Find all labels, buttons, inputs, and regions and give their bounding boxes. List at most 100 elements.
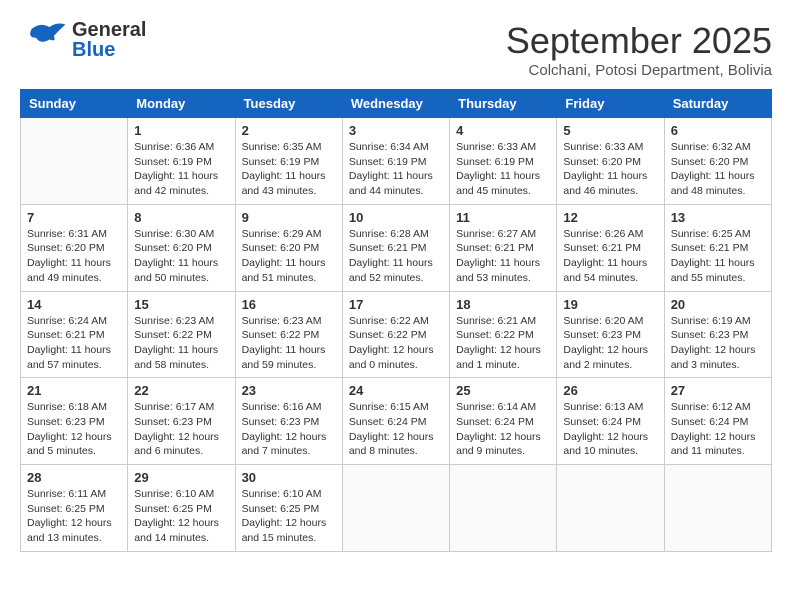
- day-number: 10: [349, 210, 443, 225]
- calendar-cell: 29Sunrise: 6:10 AMSunset: 6:25 PMDayligh…: [128, 465, 235, 552]
- week-row-5: 28 Sunrise: 6:11 AMSunset: 6:25 PMDayligh…: [21, 465, 772, 552]
- day-info: Sunrise: 6:15 AMSunset: 6:24 PMDaylight:…: [349, 400, 443, 459]
- day-number: 28: [27, 470, 121, 485]
- calendar-cell: 16Sunrise: 6:23 AMSunset: 6:22 PMDayligh…: [235, 291, 342, 378]
- day-info: Sunrise: 6:12 AMSunset: 6:24 PMDaylight:…: [671, 400, 765, 459]
- day-header-saturday: Saturday: [664, 90, 771, 118]
- day-info: Sunrise: 6:33 AMSunset: 6:20 PMDaylight:…: [563, 140, 657, 199]
- calendar-cell: 25 Sunrise: 6:14 AMSunset: 6:24 PMDayligh…: [450, 378, 557, 465]
- day-info: Sunrise: 6:18 AMSunset: 6:23 PMDaylight:…: [27, 400, 121, 459]
- day-info: Sunrise: 6:34 AMSunset: 6:19 PMDaylight:…: [349, 140, 443, 199]
- week-row-2: 7 Sunrise: 6:31 AMSunset: 6:20 PMDaylight…: [21, 204, 772, 291]
- logo-general: General: [72, 20, 146, 40]
- calendar-cell: 4 Sunrise: 6:33 AMSunset: 6:19 PMDaylight…: [450, 118, 557, 205]
- calendar-cell: 12 Sunrise: 6:26 AMSunset: 6:21 PMDayligh…: [557, 204, 664, 291]
- day-info: Sunrise: 6:10 AMSunset: 6:25 PMDaylight:…: [134, 487, 228, 546]
- day-number: 4: [456, 123, 550, 138]
- day-header-wednesday: Wednesday: [342, 90, 449, 118]
- day-info: Sunrise: 6:22 AMSunset: 6:22 PMDaylight:…: [349, 314, 443, 373]
- title-block: September 2025 Colchani, Potosi Departme…: [506, 20, 772, 79]
- calendar-cell: 13 Sunrise: 6:25 AMSunset: 6:21 PMDayligh…: [664, 204, 771, 291]
- day-header-tuesday: Tuesday: [235, 90, 342, 118]
- day-number: 9: [242, 210, 336, 225]
- day-info: Sunrise: 6:20 AMSunset: 6:23 PMDaylight:…: [563, 314, 657, 373]
- day-number: 30: [242, 470, 336, 485]
- day-number: 23: [242, 383, 336, 398]
- day-info: Sunrise: 6:24 AMSunset: 6:21 PMDaylight:…: [27, 314, 121, 373]
- calendar-cell: [21, 118, 128, 205]
- calendar-header: SundayMondayTuesdayWednesdayThursdayFrid…: [21, 90, 772, 118]
- day-number: 13: [671, 210, 765, 225]
- day-number: 7: [27, 210, 121, 225]
- calendar-cell: [450, 465, 557, 552]
- day-header-friday: Friday: [557, 90, 664, 118]
- day-number: 12: [563, 210, 657, 225]
- day-info: Sunrise: 6:10 AMSunset: 6:25 PMDaylight:…: [242, 487, 336, 546]
- calendar-cell: 30 Sunrise: 6:10 AMSunset: 6:25 PMDayligh…: [235, 465, 342, 552]
- day-number: 11: [456, 210, 550, 225]
- day-info: Sunrise: 6:21 AMSunset: 6:22 PMDaylight:…: [456, 314, 550, 373]
- day-number: 16: [242, 297, 336, 312]
- day-number: 25: [456, 383, 550, 398]
- day-number: 18: [456, 297, 550, 312]
- day-header-sunday: Sunday: [21, 90, 128, 118]
- day-number: 2: [242, 123, 336, 138]
- day-info: Sunrise: 6:36 AMSunset: 6:19 PMDaylight:…: [134, 140, 228, 199]
- calendar-cell: 17 Sunrise: 6:22 AMSunset: 6:22 PMDayligh…: [342, 291, 449, 378]
- calendar-cell: [557, 465, 664, 552]
- day-number: 24: [349, 383, 443, 398]
- day-info: Sunrise: 6:11 AMSunset: 6:25 PMDaylight:…: [27, 487, 121, 546]
- day-number: 17: [349, 297, 443, 312]
- week-row-1: 1 Sunrise: 6:36 AMSunset: 6:19 PMDaylight…: [21, 118, 772, 205]
- day-number: 26: [563, 383, 657, 398]
- day-number: 27: [671, 383, 765, 398]
- day-number: 1: [134, 123, 228, 138]
- calendar-body: 1 Sunrise: 6:36 AMSunset: 6:19 PMDaylight…: [21, 118, 772, 552]
- calendar-cell: [342, 465, 449, 552]
- week-row-3: 14 Sunrise: 6:24 AMSunset: 6:21 PMDayligh…: [21, 291, 772, 378]
- calendar-cell: 14 Sunrise: 6:24 AMSunset: 6:21 PMDayligh…: [21, 291, 128, 378]
- month-title: September 2025: [506, 20, 772, 62]
- logo-text: General Blue: [72, 20, 146, 60]
- calendar-table: SundayMondayTuesdayWednesdayThursdayFrid…: [20, 89, 772, 552]
- day-info: Sunrise: 6:17 AMSunset: 6:23 PMDaylight:…: [134, 400, 228, 459]
- day-number: 21: [27, 383, 121, 398]
- day-number: 15: [134, 297, 228, 312]
- calendar-cell: 23 Sunrise: 6:16 AMSunset: 6:23 PMDayligh…: [235, 378, 342, 465]
- calendar-cell: 15 Sunrise: 6:23 AMSunset: 6:22 PMDayligh…: [128, 291, 235, 378]
- day-info: Sunrise: 6:25 AMSunset: 6:21 PMDaylight:…: [671, 227, 765, 286]
- calendar-cell: 19 Sunrise: 6:20 AMSunset: 6:23 PMDayligh…: [557, 291, 664, 378]
- day-info: Sunrise: 6:26 AMSunset: 6:21 PMDaylight:…: [563, 227, 657, 286]
- day-number: 20: [671, 297, 765, 312]
- calendar-cell: 1 Sunrise: 6:36 AMSunset: 6:19 PMDaylight…: [128, 118, 235, 205]
- calendar-cell: 10 Sunrise: 6:28 AMSunset: 6:21 PMDayligh…: [342, 204, 449, 291]
- day-info: Sunrise: 6:28 AMSunset: 6:21 PMDaylight:…: [349, 227, 443, 286]
- week-row-4: 21 Sunrise: 6:18 AMSunset: 6:23 PMDayligh…: [21, 378, 772, 465]
- calendar-cell: 27 Sunrise: 6:12 AMSunset: 6:24 PMDayligh…: [664, 378, 771, 465]
- day-info: Sunrise: 6:19 AMSunset: 6:23 PMDaylight:…: [671, 314, 765, 373]
- day-info: Sunrise: 6:13 AMSunset: 6:24 PMDaylight:…: [563, 400, 657, 459]
- header-row: SundayMondayTuesdayWednesdayThursdayFrid…: [21, 90, 772, 118]
- day-number: 14: [27, 297, 121, 312]
- day-number: 6: [671, 123, 765, 138]
- day-info: Sunrise: 6:14 AMSunset: 6:24 PMDaylight:…: [456, 400, 550, 459]
- calendar-cell: [664, 465, 771, 552]
- day-info: Sunrise: 6:16 AMSunset: 6:23 PMDaylight:…: [242, 400, 336, 459]
- day-number: 3: [349, 123, 443, 138]
- day-number: 19: [563, 297, 657, 312]
- calendar-cell: 5Sunrise: 6:33 AMSunset: 6:20 PMDaylight…: [557, 118, 664, 205]
- calendar-cell: 22Sunrise: 6:17 AMSunset: 6:23 PMDayligh…: [128, 378, 235, 465]
- location-title: Colchani, Potosi Department, Bolivia: [506, 62, 772, 79]
- day-info: Sunrise: 6:35 AMSunset: 6:19 PMDaylight:…: [242, 140, 336, 199]
- day-number: 8: [134, 210, 228, 225]
- day-info: Sunrise: 6:31 AMSunset: 6:20 PMDaylight:…: [27, 227, 121, 286]
- day-info: Sunrise: 6:29 AMSunset: 6:20 PMDaylight:…: [242, 227, 336, 286]
- logo-icon: [20, 20, 70, 60]
- page-header: General Blue September 2025 Colchani, Po…: [20, 20, 772, 79]
- day-info: Sunrise: 6:33 AMSunset: 6:19 PMDaylight:…: [456, 140, 550, 199]
- day-info: Sunrise: 6:23 AMSunset: 6:22 PMDaylight:…: [134, 314, 228, 373]
- calendar-cell: 6Sunrise: 6:32 AMSunset: 6:20 PMDaylight…: [664, 118, 771, 205]
- day-header-monday: Monday: [128, 90, 235, 118]
- day-header-thursday: Thursday: [450, 90, 557, 118]
- calendar-cell: 8Sunrise: 6:30 AMSunset: 6:20 PMDaylight…: [128, 204, 235, 291]
